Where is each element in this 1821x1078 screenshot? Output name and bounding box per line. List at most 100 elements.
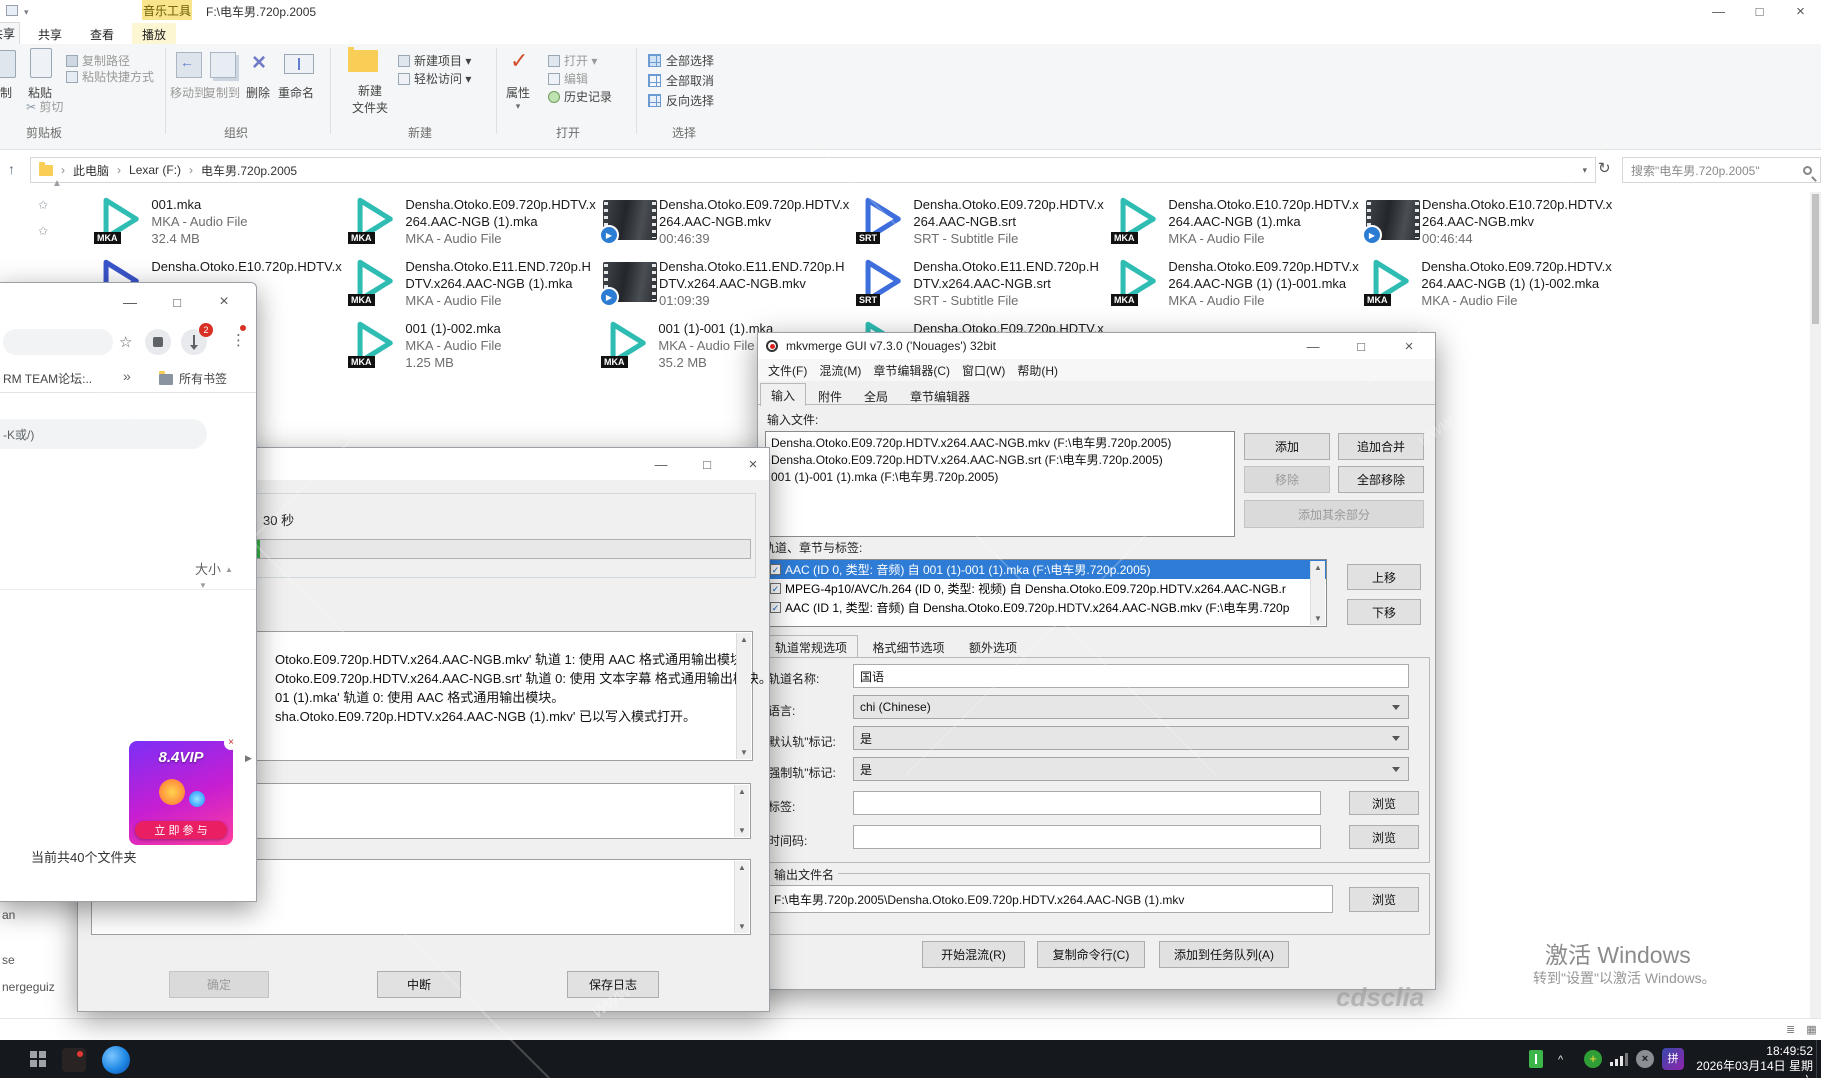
file-tile[interactable]: ▶ Densha.Otoko.E11.END.720p.HDTV.x264.AA… bbox=[603, 258, 853, 309]
promo-cta-button[interactable]: 立 即 参 与 bbox=[135, 821, 227, 839]
promo-close-icon[interactable]: × bbox=[224, 736, 238, 750]
tray-chevron-icon[interactable]: ^ bbox=[1558, 1054, 1563, 1066]
file-tile[interactable]: ▶ Densha.Otoko.E09.720p.HDTV.x264.AAC-NG… bbox=[603, 196, 853, 247]
select-none-button[interactable]: 全部取消 bbox=[648, 72, 714, 89]
select-all-button[interactable]: 全部选择 bbox=[648, 52, 714, 69]
mkvmerge-maximize-button[interactable]: □ bbox=[1346, 336, 1376, 356]
page-scroll-arrow-icon[interactable]: ▶ bbox=[245, 753, 253, 762]
copy-command-line-button[interactable]: 复制命令行(C) bbox=[1037, 941, 1145, 968]
input-files-listbox[interactable]: Densha.Otoko.E09.720p.HDTV.x264.AAC-NGB.… bbox=[765, 431, 1235, 537]
refresh-button[interactable]: ↻ bbox=[1598, 159, 1611, 177]
start-muxing-button[interactable]: 开始混流(R) bbox=[922, 941, 1025, 968]
promo-banner[interactable]: 8.4VIP × 立 即 参 与 bbox=[129, 741, 233, 845]
breadcrumb-drive[interactable]: Lexar (F:) bbox=[129, 163, 181, 177]
tracks-scrollbar[interactable]: ▲▼ bbox=[1310, 561, 1325, 625]
usb-tray-icon[interactable] bbox=[1529, 1050, 1543, 1068]
pin-icon[interactable]: ✩ bbox=[38, 198, 48, 212]
track-row[interactable]: ✓AAC (ID 1, 类型: 音频) 自 Densha.Otoko.E09.7… bbox=[766, 598, 1326, 617]
page-search-pill[interactable]: -K或/) bbox=[0, 419, 207, 449]
delete-button[interactable]: 删除 bbox=[246, 84, 270, 101]
extensions-icon[interactable] bbox=[145, 329, 171, 355]
menu-help[interactable]: 帮助(H) bbox=[1011, 360, 1064, 381]
explorer-close-button[interactable]: × bbox=[1780, 0, 1821, 22]
history-button[interactable]: 历史记录 bbox=[548, 88, 612, 105]
browser-address-bar[interactable] bbox=[3, 329, 113, 355]
scroll-up-icon[interactable]: ▲ bbox=[52, 178, 62, 189]
antivirus-tray-icon[interactable]: + bbox=[1584, 1050, 1602, 1068]
dialog-close-button[interactable]: × bbox=[740, 454, 766, 474]
copy-to-button[interactable]: 复制到 bbox=[204, 84, 240, 101]
address-field[interactable]: › 此电脑 › Lexar (F:) › 电车男.720p.2005 ▾ bbox=[30, 157, 1596, 183]
menu-file[interactable]: 文件(F) bbox=[762, 360, 813, 381]
file-tile[interactable]: MKA 001.mkaMKA - Audio File32.4 MB bbox=[96, 196, 346, 247]
explorer-maximize-button[interactable]: □ bbox=[1739, 0, 1780, 22]
pin-icon[interactable]: ✩ bbox=[38, 224, 48, 238]
input-file-item[interactable]: 001 (1)-001 (1).mka (F:\电车男.720p.2005) bbox=[771, 469, 1229, 486]
breadcrumb-folder[interactable]: 电车男.720p.2005 bbox=[201, 162, 297, 179]
track-name-input[interactable]: 国语 bbox=[853, 664, 1409, 688]
ok-button[interactable]: 确定 bbox=[169, 971, 269, 998]
kebab-menu-icon[interactable]: ⋮ bbox=[231, 331, 246, 349]
browser-maximize-button[interactable]: □ bbox=[162, 291, 192, 313]
tab-attachments[interactable]: 附件 bbox=[808, 385, 852, 408]
copy-path-button[interactable]: 复制路径 bbox=[66, 52, 130, 69]
warnings-scrollbar[interactable]: ▲▼ bbox=[734, 785, 749, 837]
nav-item-text[interactable]: an bbox=[2, 908, 15, 922]
log-scrollbar[interactable]: ▲▼ bbox=[736, 633, 751, 759]
remove-all-button[interactable]: 全部移除 bbox=[1338, 466, 1424, 493]
easy-access-button[interactable]: 轻松访问 ▾ bbox=[398, 70, 471, 87]
cut-button[interactable]: ✂ 剪切 bbox=[26, 98, 63, 115]
view-toggle-icons[interactable]: ≣ ▦ bbox=[1786, 1023, 1821, 1036]
tags-browse-button[interactable]: 浏览 bbox=[1349, 791, 1419, 815]
taskbar-clock[interactable]: 18:49:52 2026年03月14日 星期六 bbox=[1695, 1044, 1813, 1078]
file-tile[interactable]: MKA 001 (1)-002.mkaMKA - Audio File1.25 … bbox=[350, 320, 600, 371]
tab-play[interactable]: 播放 bbox=[132, 23, 176, 46]
quick-access-dropdown-icon[interactable]: ▾ bbox=[24, 7, 29, 18]
remove-button[interactable]: 移除 bbox=[1244, 466, 1330, 493]
bookmark-item[interactable]: RM TEAM论坛:.. bbox=[3, 370, 92, 387]
properties-button[interactable]: 属性▾ bbox=[506, 84, 530, 112]
new-item-button[interactable]: 新建项目 ▾ bbox=[398, 52, 471, 69]
edit-button[interactable]: 编辑 bbox=[548, 70, 588, 87]
language-select[interactable]: chi (Chinese) bbox=[853, 695, 1409, 719]
mkvmerge-close-button[interactable]: × bbox=[1394, 336, 1424, 356]
file-tile[interactable]: MKA Densha.Otoko.E09.720p.HDTV.x264.AAC-… bbox=[1113, 258, 1363, 309]
tags-input[interactable] bbox=[853, 791, 1321, 815]
errors-scrollbar[interactable]: ▲▼ bbox=[734, 861, 749, 933]
timecode-input[interactable] bbox=[853, 825, 1321, 849]
tab-chapter-editor[interactable]: 章节编辑器 bbox=[900, 385, 980, 408]
tab-general-track-options[interactable]: 轨道常规选项 bbox=[764, 635, 858, 659]
tab-input[interactable]: 输入 bbox=[760, 383, 806, 406]
checkbox-checked-icon[interactable]: ✓ bbox=[770, 564, 781, 575]
tab-share[interactable]: 共享 bbox=[28, 23, 72, 46]
tab-global[interactable]: 全局 bbox=[854, 385, 898, 408]
input-file-item[interactable]: Densha.Otoko.E09.720p.HDTV.x264.AAC-NGB.… bbox=[771, 452, 1229, 469]
up-arrow-button[interactable]: ↑ bbox=[8, 161, 15, 177]
output-browse-button[interactable]: 浏览 bbox=[1349, 887, 1419, 912]
tab-extra-options[interactable]: 额外选项 bbox=[959, 636, 1027, 659]
browser-minimize-button[interactable]: — bbox=[115, 291, 145, 313]
file-tile[interactable]: MKA Densha.Otoko.E11.END.720p.HDTV.x264.… bbox=[350, 258, 600, 309]
save-log-button[interactable]: 保存日志 bbox=[567, 971, 659, 998]
taskbar-browser-icon[interactable] bbox=[102, 1046, 130, 1074]
input-file-item[interactable]: Densha.Otoko.E09.720p.HDTV.x264.AAC-NGB.… bbox=[771, 435, 1229, 452]
add-to-job-queue-button[interactable]: 添加到任务队列(A) bbox=[1159, 941, 1289, 968]
bookmarks-overflow-icon[interactable]: » bbox=[123, 368, 131, 384]
show-desktop-button[interactable] bbox=[1816, 1040, 1817, 1078]
bookmark-star-icon[interactable]: ☆ bbox=[119, 333, 132, 351]
file-tile[interactable]: MKA Densha.Otoko.E09.720p.HDTV.x264.AAC-… bbox=[350, 196, 600, 247]
move-to-button[interactable]: 移动到 bbox=[170, 84, 206, 101]
ime-tray-icon[interactable]: 拼 bbox=[1662, 1048, 1684, 1070]
track-row-selected[interactable]: ✓AAC (ID 0, 类型: 音频) 自 001 (1)-001 (1).mk… bbox=[766, 560, 1326, 579]
rename-button[interactable]: 重命名 bbox=[278, 84, 314, 101]
nav-item-text[interactable]: se bbox=[2, 953, 15, 967]
sound-muted-tray-icon[interactable]: × bbox=[1636, 1050, 1654, 1068]
menu-muxing[interactable]: 混流(M) bbox=[813, 360, 867, 381]
dialog-maximize-button[interactable]: □ bbox=[694, 454, 720, 474]
paste-shortcut-button[interactable]: 粘贴快捷方式 bbox=[66, 68, 154, 85]
file-tile[interactable]: ▶ Densha.Otoko.E10.720p.HDTV.x264.AAC-NG… bbox=[1366, 196, 1616, 247]
copy-button-label[interactable]: 制 bbox=[0, 84, 12, 101]
copy-icon[interactable] bbox=[0, 50, 16, 78]
default-track-select[interactable]: 是 bbox=[853, 726, 1409, 750]
sort-by-size-label[interactable]: 大小▲▼ bbox=[195, 559, 229, 593]
